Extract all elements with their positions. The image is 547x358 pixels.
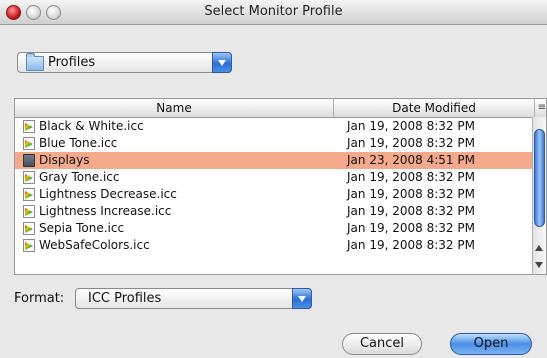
file-date-modified: Jan 19, 2008 8:32 PM [347,187,475,201]
file-date-modified: Jan 19, 2008 8:32 PM [347,204,475,218]
scroll-up-arrow-icon[interactable] [535,245,543,251]
file-row-selected[interactable]: Displays Jan 23, 2008 4:51 PM [15,152,534,169]
file-row[interactable]: Black & White.icc Jan 19, 2008 8:32 PM [15,118,534,135]
file-date-modified: Jan 19, 2008 8:32 PM [347,136,475,150]
title-bar[interactable]: Select Monitor Profile [0,0,547,25]
chevron-down-icon [218,60,226,66]
column-header-name[interactable]: Name [15,101,333,115]
icc-file-icon [23,137,35,150]
format-label: Format: [14,291,65,306]
file-date-modified: Jan 19, 2008 8:32 PM [347,170,475,184]
column-header-date-modified[interactable]: Date Modified [334,101,534,115]
format-popup-label: ICC Profiles [88,291,162,306]
file-row[interactable]: Lightness Decrease.icc Jan 19, 2008 8:32… [15,186,534,203]
file-name: WebSafeColors.icc [39,238,150,252]
select-monitor-profile-dialog: Select Monitor Profile Profiles Name Dat… [0,0,547,358]
format-popup[interactable]: ICC Profiles [75,288,312,309]
icc-file-icon [23,120,35,133]
icc-file-icon [23,171,35,184]
cancel-button[interactable]: Cancel [342,333,422,355]
file-date-modified: Jan 19, 2008 8:32 PM [347,119,475,133]
icc-file-icon [23,188,35,201]
vertical-scrollbar[interactable] [532,117,546,274]
file-name: Displays [39,153,90,167]
icc-file-icon [23,205,35,218]
file-name: Lightness Decrease.icc [39,187,177,201]
folder-icon [26,53,44,71]
scrollbar-thumb[interactable] [534,129,545,227]
file-row[interactable]: Blue Tone.icc Jan 19, 2008 8:32 PM [15,135,534,152]
column-divider [534,99,535,117]
location-popup-arrow-button[interactable] [212,52,232,73]
location-popup-label: Profiles [48,55,96,70]
file-row[interactable]: Sepia Tone.icc Jan 19, 2008 8:32 PM [15,220,534,237]
file-row[interactable]: WebSafeColors.icc Jan 19, 2008 8:32 PM [15,237,534,254]
file-list: Name Date Modified ≡ Black & White.icc J… [14,98,547,275]
location-popup[interactable]: Profiles [17,52,232,73]
column-options-icon[interactable]: ≡ [538,102,546,113]
file-name: Black & White.icc [39,119,144,133]
folder-icon [23,154,35,167]
file-row[interactable]: Lightness Increase.icc Jan 19, 2008 8:32… [15,203,534,220]
format-popup-arrow-button[interactable] [292,288,312,309]
chevron-down-icon [298,296,306,302]
file-date-modified: Jan 23, 2008 4:51 PM [347,153,475,167]
file-row[interactable]: Gray Tone.icc Jan 19, 2008 8:32 PM [15,169,534,186]
file-name: Gray Tone.icc [39,170,120,184]
icc-file-icon [23,222,35,235]
open-button[interactable]: Open [450,333,532,355]
file-name: Blue Tone.icc [39,136,118,150]
file-name: Lightness Increase.icc [39,204,172,218]
icc-file-icon [23,239,35,252]
file-date-modified: Jan 19, 2008 8:32 PM [347,238,475,252]
file-list-header: Name Date Modified ≡ [15,99,546,118]
window-title: Select Monitor Profile [204,4,343,19]
scroll-down-arrow-icon[interactable] [535,262,543,268]
file-date-modified: Jan 19, 2008 8:32 PM [347,221,475,235]
file-name: Sepia Tone.icc [39,221,125,235]
